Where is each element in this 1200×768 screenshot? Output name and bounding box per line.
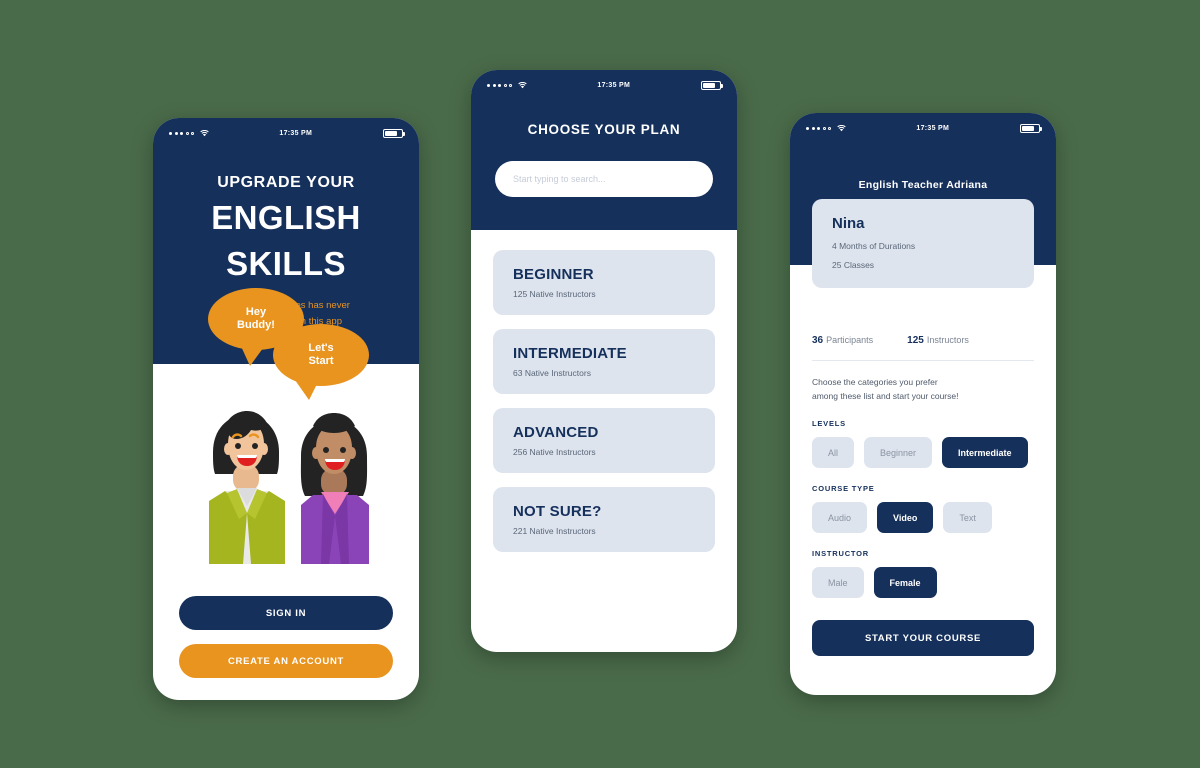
stat-participants-value: 36	[812, 335, 824, 346]
course-stats: 36 Participants 125 Instructors	[812, 335, 1034, 361]
course-classes: 25 Classes	[832, 260, 875, 270]
speech-bubble-hey: Hey Buddy!	[208, 288, 304, 366]
page-title: English Teacher Adriana	[858, 179, 988, 191]
plan-card[interactable]: ADVANCED 256 Native Instructors	[493, 408, 715, 473]
stat-participants-label: Participants	[826, 335, 874, 345]
sign-in-button[interactable]: SIGN IN	[179, 596, 393, 630]
instructor-option-male[interactable]: Male	[812, 567, 864, 598]
instructor-options: Male Female	[812, 567, 1034, 598]
course-type-option-video[interactable]: Video	[877, 502, 934, 533]
wifi-icon	[199, 129, 209, 136]
phone-choose-plan: 17:35 PM CHOOSE YOUR PLAN Start typing t…	[471, 70, 737, 652]
battery-icon	[701, 80, 723, 90]
battery-icon	[1020, 123, 1042, 133]
page-title-line1: ENGLISH	[211, 199, 361, 236]
course-name: Nina	[832, 215, 865, 232]
signal-dots-icon	[487, 81, 527, 89]
status-bar: 17:35 PM	[790, 113, 1056, 143]
levels-options: All Beginner Intermediate	[812, 437, 1034, 468]
course-duration: 4 Months of Durations	[832, 241, 916, 251]
two-students-illustration	[153, 364, 419, 564]
wifi-icon	[517, 81, 527, 88]
battery-icon	[383, 128, 405, 138]
description-line1: Choose the categories you prefer	[812, 377, 938, 387]
signal-dots-icon	[806, 124, 846, 132]
phone-course-filters: 17:35 PM English Teacher Adriana Nina 4 …	[790, 113, 1056, 695]
page-title-line2: SKILLS	[226, 245, 346, 282]
status-time: 17:35 PM	[916, 124, 950, 132]
level-option-all[interactable]: All	[812, 437, 855, 468]
search-input[interactable]: Start typing to search...	[495, 161, 713, 197]
course-type-option-audio[interactable]: Audio	[812, 502, 868, 533]
plan-card[interactable]: INTERMEDIATE 63 Native Instructors	[493, 329, 715, 394]
stat-instructors: 125 Instructors	[907, 335, 969, 346]
status-time: 17:35 PM	[279, 129, 313, 137]
description-line2: among these list and start your course!	[812, 391, 959, 401]
bubble1-line2: Buddy!	[237, 319, 275, 331]
phone-onboarding: 17:35 PM UPGRADE YOUR ENGLISH SKILLS Lea…	[153, 118, 419, 700]
plan-card[interactable]: BEGINNER 125 Native Instructors	[493, 250, 715, 315]
plan-detail: 221 Native Instructors	[513, 526, 596, 536]
phone1-actions: SIGN IN CREATE AN ACCOUNT	[153, 596, 419, 700]
phone2-header: 17:35 PM CHOOSE YOUR PLAN Start typing t…	[471, 70, 737, 230]
plan-name: NOT SURE?	[513, 503, 602, 520]
signal-dots-icon	[169, 129, 209, 137]
plan-detail: 125 Native Instructors	[513, 289, 596, 299]
filter-description: Choose the categories you prefer among t…	[812, 375, 1034, 403]
plan-detail: 256 Native Instructors	[513, 447, 596, 457]
create-account-button[interactable]: CREATE AN ACCOUNT	[179, 644, 393, 678]
status-bar: 17:35 PM	[471, 70, 737, 100]
section-label-course-type: COURSE TYPE	[812, 484, 875, 493]
wifi-icon	[836, 124, 846, 131]
level-option-intermediate[interactable]: Intermediate	[942, 437, 1028, 468]
status-time: 17:35 PM	[597, 81, 631, 89]
level-option-beginner[interactable]: Beginner	[864, 437, 933, 468]
page-title: CHOOSE YOUR PLAN	[527, 122, 681, 137]
plan-list: BEGINNER 125 Native Instructors INTERMED…	[471, 230, 737, 552]
plan-name: ADVANCED	[513, 424, 599, 441]
course-type-option-text[interactable]: Text	[943, 502, 992, 533]
stat-instructors-value: 125	[907, 335, 924, 346]
stat-instructors-label: Instructors	[926, 335, 969, 345]
page-eyebrow: UPGRADE YOUR	[217, 174, 355, 191]
search-placeholder: Start typing to search...	[513, 174, 606, 184]
start-course-button[interactable]: START YOUR COURSE	[812, 620, 1034, 656]
status-bar: 17:35 PM	[153, 118, 419, 148]
plan-name: INTERMEDIATE	[513, 345, 627, 362]
bubble2-line1: Let's	[308, 342, 334, 354]
bubble2-line2: Start	[308, 355, 334, 367]
course-type-options: Audio Video Text	[812, 502, 1034, 533]
instructor-option-female[interactable]: Female	[873, 567, 937, 598]
section-label-levels: LEVELS	[812, 419, 846, 428]
plan-name: BEGINNER	[513, 266, 594, 283]
course-summary-card[interactable]: Nina 4 Months of Durations 25 Classes	[812, 199, 1034, 288]
mockup-stage: 17:35 PM UPGRADE YOUR ENGLISH SKILLS Lea…	[0, 0, 1200, 768]
plan-card[interactable]: NOT SURE? 221 Native Instructors	[493, 487, 715, 552]
plan-detail: 63 Native Instructors	[513, 368, 591, 378]
stat-participants: 36 Participants	[812, 335, 873, 346]
section-label-instructor: INSTRUCTOR	[812, 549, 870, 558]
bubble1-line1: Hey	[245, 306, 267, 318]
